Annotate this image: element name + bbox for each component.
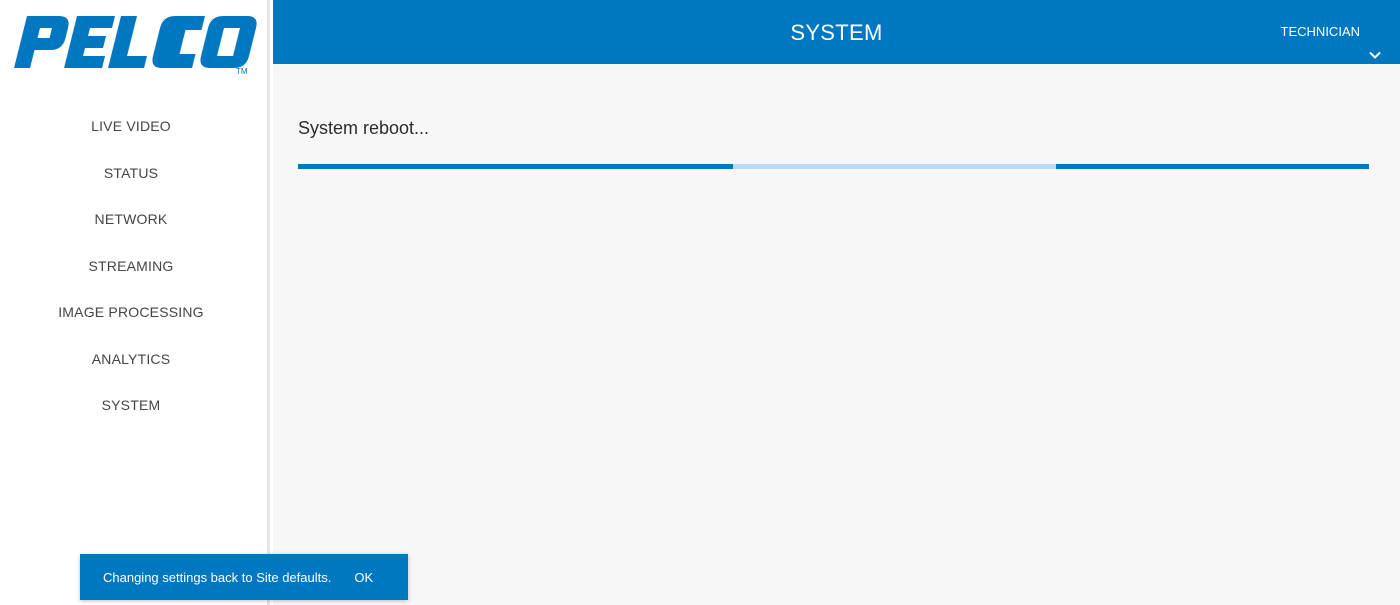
page-title: SYSTEM xyxy=(790,20,883,45)
sidebar-nav: LIVE VIDEO STATUS NETWORK STREAMING IMAG… xyxy=(0,103,262,429)
user-menu-button[interactable]: TECHNICIAN xyxy=(1281,0,1382,64)
progress-indicator-segment xyxy=(298,164,733,169)
sidebar-item-image-processing[interactable]: IMAGE PROCESSING xyxy=(0,289,262,336)
trademark-mark: TM xyxy=(236,67,248,76)
sidebar: TM LIVE VIDEO STATUS NETWORK STREAMING I… xyxy=(0,0,270,605)
user-role-label: TECHNICIAN xyxy=(1280,24,1360,39)
sidebar-item-analytics[interactable]: ANALYTICS xyxy=(0,336,262,383)
snackbar-message: Changing settings back to Site defaults. xyxy=(103,569,332,585)
sidebar-item-streaming[interactable]: STREAMING xyxy=(0,243,262,290)
sidebar-item-system[interactable]: SYSTEM xyxy=(0,382,262,429)
pelco-logo: TM xyxy=(6,12,258,76)
sidebar-item-live-video[interactable]: LIVE VIDEO xyxy=(0,103,262,150)
app-window: TM LIVE VIDEO STATUS NETWORK STREAMING I… xyxy=(0,0,1400,605)
reboot-status-text: System reboot... xyxy=(298,118,430,138)
snackbar-ok-button[interactable]: OK xyxy=(354,570,373,585)
progress-indicator-segment xyxy=(1056,164,1369,169)
top-header: SYSTEM TECHNICIAN xyxy=(273,0,1400,64)
sidebar-item-network[interactable]: NETWORK xyxy=(0,196,262,243)
reboot-progress-bar xyxy=(298,164,1369,169)
snackbar-notification: Changing settings back to Site defaults.… xyxy=(80,554,408,600)
main-content: System reboot... xyxy=(273,64,1400,605)
chevron-down-icon xyxy=(1368,25,1382,59)
sidebar-item-status[interactable]: STATUS xyxy=(0,150,262,197)
